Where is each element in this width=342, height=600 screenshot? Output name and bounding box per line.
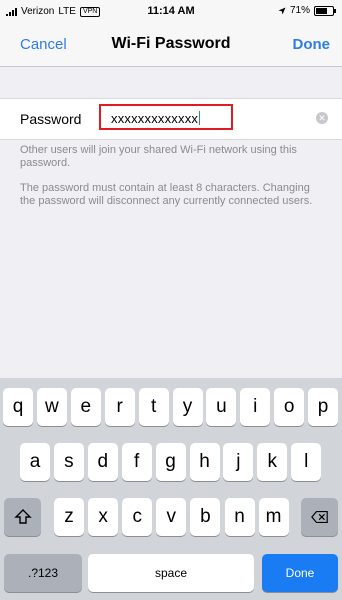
- key-l[interactable]: l: [291, 443, 322, 481]
- key-o[interactable]: o: [274, 388, 305, 426]
- key-y[interactable]: y: [172, 388, 203, 426]
- key-b[interactable]: b: [190, 498, 221, 536]
- key-z[interactable]: z: [54, 498, 84, 536]
- password-field-highlight[interactable]: xxxxxxxxxxxxx: [99, 104, 233, 130]
- password-row: Password xxxxxxxxxxxxx ✕: [0, 98, 342, 140]
- shift-arrow-icon: [13, 508, 32, 524]
- key-q[interactable]: q: [3, 388, 33, 426]
- clear-text-icon[interactable]: ✕: [316, 112, 328, 124]
- password-value: xxxxxxxxxxxxx: [111, 111, 199, 126]
- space-key[interactable]: space: [88, 554, 254, 592]
- key-v[interactable]: v: [156, 498, 187, 536]
- backspace-icon: [310, 510, 328, 523]
- footnote-share: Other users will join your shared Wi-Fi …: [20, 144, 297, 169]
- key-x[interactable]: x: [88, 498, 119, 536]
- key-w[interactable]: w: [36, 388, 67, 426]
- key-d[interactable]: d: [87, 443, 118, 481]
- backspace-key[interactable]: [301, 498, 338, 536]
- shift-key[interactable]: [4, 498, 41, 536]
- password-label: Password: [20, 111, 82, 127]
- page-title: Wi-Fi Password: [111, 35, 231, 52]
- battery-percent: 71%: [289, 5, 310, 16]
- key-g[interactable]: g: [155, 443, 186, 481]
- key-f[interactable]: f: [121, 443, 152, 481]
- key-r[interactable]: r: [104, 388, 135, 426]
- key-c[interactable]: c: [122, 498, 153, 536]
- key-i[interactable]: i: [240, 388, 271, 426]
- battery-fill: [316, 7, 328, 14]
- status-bar: Verizon LTE VPN 11:14 AM 71%: [0, 0, 342, 22]
- password-input[interactable]: xxxxxxxxxxxxx: [111, 111, 201, 126]
- done-button[interactable]: Done: [293, 36, 331, 53]
- key-k[interactable]: k: [257, 443, 288, 481]
- keyboard: .?123 space Done qwertyuiop asdfghjkl zxcv…: [0, 378, 342, 600]
- key-u[interactable]: u: [206, 388, 237, 426]
- key-a[interactable]: a: [20, 443, 50, 481]
- footnote-requirements: The password must contain at least 8 cha…: [20, 182, 313, 207]
- navigation-bar: Cancel Wi-Fi Password Done: [0, 22, 342, 67]
- key-j[interactable]: j: [223, 443, 254, 481]
- status-right: 71%: [278, 5, 336, 16]
- key-t[interactable]: t: [138, 388, 169, 426]
- key-s[interactable]: s: [53, 443, 84, 481]
- key-m[interactable]: m: [258, 498, 289, 536]
- key-n[interactable]: n: [224, 498, 255, 536]
- keyboard-done-key[interactable]: Done: [262, 554, 338, 592]
- numbers-key[interactable]: .?123: [4, 554, 82, 592]
- text-caret: [199, 111, 201, 125]
- key-e[interactable]: e: [70, 388, 101, 426]
- battery-icon: [314, 5, 336, 16]
- location-arrow-icon: [278, 7, 286, 14]
- key-p[interactable]: p: [308, 388, 339, 426]
- key-h[interactable]: h: [189, 443, 220, 481]
